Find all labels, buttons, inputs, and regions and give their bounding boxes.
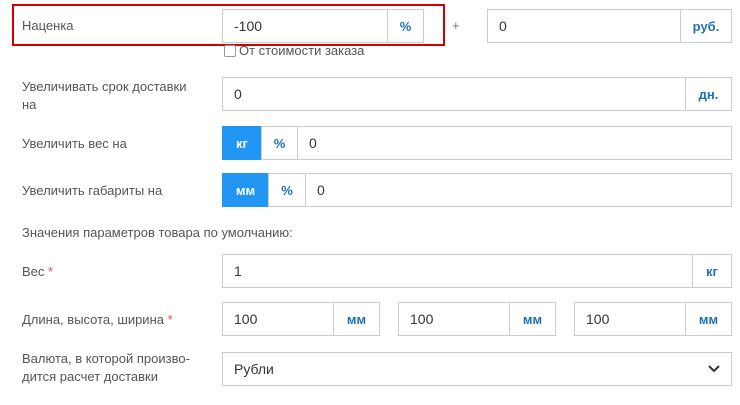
default-length-input[interactable]: [222, 302, 334, 336]
default-height-unit: мм: [509, 302, 556, 336]
currency-select[interactable]: Рубли: [222, 352, 732, 386]
currency-label: Валюта, в которой произво- дится расчет …: [22, 350, 190, 386]
default-weight-label-text: Вес: [22, 264, 45, 279]
required-mark: *: [167, 312, 173, 327]
delivery-time-unit: дн.: [685, 77, 732, 111]
dimensions-increase-input[interactable]: [305, 173, 732, 207]
delivery-time-label: Увеличивать срок доставки на: [22, 78, 186, 114]
default-weight-unit: кг: [692, 254, 732, 288]
chevron-down-icon: [708, 365, 720, 373]
dimensions-unit-percent-toggle[interactable]: %: [268, 173, 306, 207]
markup-rub-unit: руб.: [680, 9, 732, 43]
from-order-cost-label: От стоимости заказа: [239, 43, 365, 58]
markup-label: Наценка: [22, 18, 74, 33]
default-length-unit: мм: [333, 302, 380, 336]
default-width-unit: мм: [685, 302, 732, 336]
markup-percent-unit: %: [387, 9, 424, 43]
delivery-time-label-line2: на: [22, 97, 37, 112]
defaults-heading: Значения параметров товара по умолчанию:: [22, 225, 293, 240]
from-order-cost-checkbox[interactable]: [224, 45, 236, 57]
default-dimensions-label: Длина, высота, ширина *: [22, 311, 173, 329]
delivery-time-input[interactable]: [222, 77, 686, 111]
default-weight-input[interactable]: [222, 254, 693, 288]
default-dimensions-label-text: Длина, высота, ширина: [22, 312, 164, 327]
dimensions-increase-label: Увеличить габариты на: [22, 183, 163, 198]
plus-sign: +: [452, 18, 460, 33]
markup-percent-input[interactable]: [222, 9, 388, 43]
default-height-input[interactable]: [398, 302, 510, 336]
currency-label-line2: дится расчет доставки: [22, 369, 158, 384]
currency-selected-value: Рубли: [234, 361, 274, 377]
dimensions-unit-mm-toggle[interactable]: мм: [222, 173, 269, 207]
currency-label-line1: Валюта, в которой произво-: [22, 351, 190, 366]
weight-increase-input[interactable]: [297, 126, 732, 160]
delivery-time-label-line1: Увеличивать срок доставки: [22, 79, 187, 94]
markup-rub-input[interactable]: [487, 9, 681, 43]
required-mark: *: [48, 264, 54, 279]
default-width-input[interactable]: [574, 302, 686, 336]
weight-increase-label: Увеличить вес на: [22, 136, 127, 151]
default-weight-label: Вес *: [22, 263, 53, 281]
weight-unit-kg-toggle[interactable]: кг: [222, 126, 262, 160]
weight-unit-percent-toggle[interactable]: %: [261, 126, 298, 160]
